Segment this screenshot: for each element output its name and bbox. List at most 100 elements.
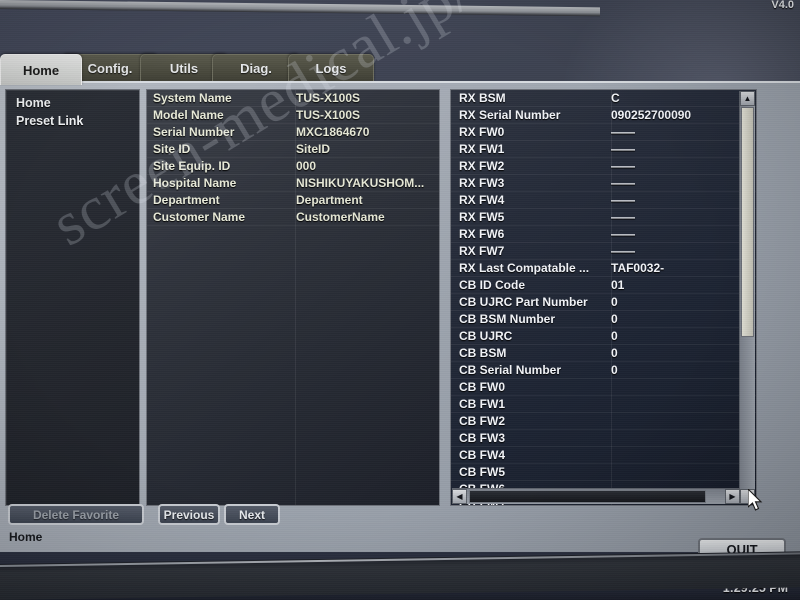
row-key: Site Equip. ID <box>153 159 231 173</box>
table-row[interactable]: RX FW2 —— <box>451 158 756 175</box>
row-value: SiteID <box>296 142 331 156</box>
row-key: RX Serial Number <box>459 108 561 122</box>
monitor-screenshot: V4.0 Home Config. Utils Diag. Logs Home Prese… <box>0 0 800 600</box>
row-key: RX FW4 <box>459 193 505 207</box>
row-key: CB FW3 <box>459 431 505 445</box>
row-value: 01 <box>611 278 625 292</box>
table-row[interactable]: CB FW4 <box>451 447 756 464</box>
table-row[interactable]: CB UJRC Part Number 0 <box>451 294 756 311</box>
row-value: —— <box>611 210 635 224</box>
table-row[interactable]: RX FW7 —— <box>451 243 756 260</box>
mouse-cursor-icon <box>748 489 763 511</box>
row-key: RX FW1 <box>459 142 505 156</box>
top-bezel-strip <box>0 0 600 17</box>
table-row[interactable]: CB ID Code 01 <box>451 277 756 294</box>
table-row[interactable]: Site Equip. ID 000 <box>147 158 439 175</box>
table-row[interactable]: RX FW4 —— <box>451 192 756 209</box>
horizontal-scroll-thumb[interactable] <box>469 490 706 503</box>
app-version-label: V4.0 <box>771 0 794 11</box>
row-value: —— <box>611 176 635 190</box>
row-value: 000 <box>296 159 317 173</box>
table-row[interactable]: RX FW1 —— <box>451 141 756 158</box>
sidebar-nav: Home Preset Link <box>5 89 140 506</box>
status-bar-text: Home <box>9 530 43 544</box>
next-button[interactable]: Next <box>224 504 280 525</box>
scroll-right-icon[interactable]: ▶ <box>725 489 740 504</box>
action-button-bar: Delete Favorite Previous Next <box>0 504 800 530</box>
table-row[interactable]: CB Serial Number 0 <box>451 362 756 379</box>
row-value: 0 <box>611 363 618 377</box>
application-window: Home Config. Utils Diag. Logs Home Preset Lin… <box>0 52 800 566</box>
system-info-panel: System Name TUS-X100S Model Name TUS-X100S S… <box>146 89 440 506</box>
row-value: —— <box>611 159 635 173</box>
previous-button[interactable]: Previous <box>158 504 220 525</box>
row-key: CB FW2 <box>459 414 505 428</box>
window-body: Home Preset Link System Name TUS-X100S Mode… <box>0 81 800 566</box>
table-row[interactable]: RX Serial Number 090252700090 <box>451 107 756 124</box>
tab-logs[interactable]: Logs <box>288 54 374 82</box>
table-row[interactable]: Department Department <box>147 192 439 209</box>
table-row[interactable]: RX FW6 —— <box>451 226 756 243</box>
table-row[interactable]: CB BSM Number 0 <box>451 311 756 328</box>
row-key: CB FW5 <box>459 465 505 479</box>
row-value: 0 <box>611 346 618 360</box>
sidebar-item-preset-link[interactable]: Preset Link <box>6 112 139 130</box>
table-row[interactable]: RX BSM C <box>451 90 756 107</box>
vertical-scroll-thumb[interactable] <box>741 107 754 337</box>
tab-home[interactable]: Home <box>0 54 82 85</box>
row-key: Hospital Name <box>153 176 237 190</box>
delete-favorite-button[interactable]: Delete Favorite <box>8 504 144 525</box>
row-key: CB Serial Number <box>459 363 562 377</box>
row-value: TAF0032- <box>611 261 665 275</box>
row-value: CustomerName <box>296 210 385 224</box>
table-row[interactable]: Model Name TUS-X100S <box>147 107 439 124</box>
table-row[interactable]: CB FW1 <box>451 396 756 413</box>
table-row[interactable]: System Name TUS-X100S <box>147 90 439 107</box>
row-value: 0 <box>611 329 618 343</box>
table-row[interactable]: CB FW2 <box>451 413 756 430</box>
row-value: —— <box>611 193 635 207</box>
row-key: RX BSM <box>459 91 506 105</box>
row-key: RX FW7 <box>459 244 505 258</box>
table-row[interactable]: RX Last Compatable ... TAF0032- <box>451 260 756 277</box>
table-row[interactable]: RX FW5 —— <box>451 209 756 226</box>
row-value: 090252700090 <box>611 108 692 122</box>
row-value: NISHIKUYAKUSHOM... <box>296 176 425 190</box>
tab-diag[interactable]: Diag. <box>212 54 300 82</box>
row-key: RX FW6 <box>459 227 505 241</box>
row-key: System Name <box>153 91 232 105</box>
row-key: Department <box>153 193 220 207</box>
table-row[interactable]: Site ID SiteID <box>147 141 439 158</box>
table-row[interactable]: Customer Name CustomerName <box>147 209 439 226</box>
row-value: 0 <box>611 295 618 309</box>
table-row[interactable]: Serial Number MXC1864670 <box>147 124 439 141</box>
row-value: —— <box>611 142 635 156</box>
table-row[interactable]: RX FW3 —— <box>451 175 756 192</box>
table-row[interactable]: CB FW3 <box>451 430 756 447</box>
table-row[interactable]: CB FW5 <box>451 464 756 481</box>
row-key: RX FW2 <box>459 159 505 173</box>
row-key: Customer Name <box>153 210 246 224</box>
row-value: TUS-X100S <box>296 91 361 105</box>
table-row[interactable]: RX FW0 —— <box>451 124 756 141</box>
row-value: Department <box>296 193 363 207</box>
row-key: CB BSM Number <box>459 312 556 326</box>
row-key: RX FW3 <box>459 176 505 190</box>
row-value: 0 <box>611 312 618 326</box>
scroll-up-icon[interactable]: ▲ <box>740 91 755 106</box>
row-key: Model Name <box>153 108 224 122</box>
row-value: TUS-X100S <box>296 108 361 122</box>
row-value: —— <box>611 227 635 241</box>
table-row[interactable]: CB FW0 <box>451 379 756 396</box>
row-key: RX FW5 <box>459 210 505 224</box>
tab-bar: Home Config. Utils Diag. Logs <box>0 52 800 85</box>
horizontal-scrollbar[interactable]: ◀ ▶ <box>452 488 740 504</box>
row-key: CB FW0 <box>459 380 505 394</box>
sidebar-item-home[interactable]: Home <box>6 94 139 112</box>
row-value: C <box>611 91 620 105</box>
table-row[interactable]: CB BSM 0 <box>451 345 756 362</box>
table-row[interactable]: Hospital Name NISHIKUYAKUSHOM... <box>147 175 439 192</box>
table-row[interactable]: CB UJRC 0 <box>451 328 756 345</box>
vertical-scrollbar[interactable]: ▲ <box>739 91 755 489</box>
scroll-left-icon[interactable]: ◀ <box>452 489 467 504</box>
